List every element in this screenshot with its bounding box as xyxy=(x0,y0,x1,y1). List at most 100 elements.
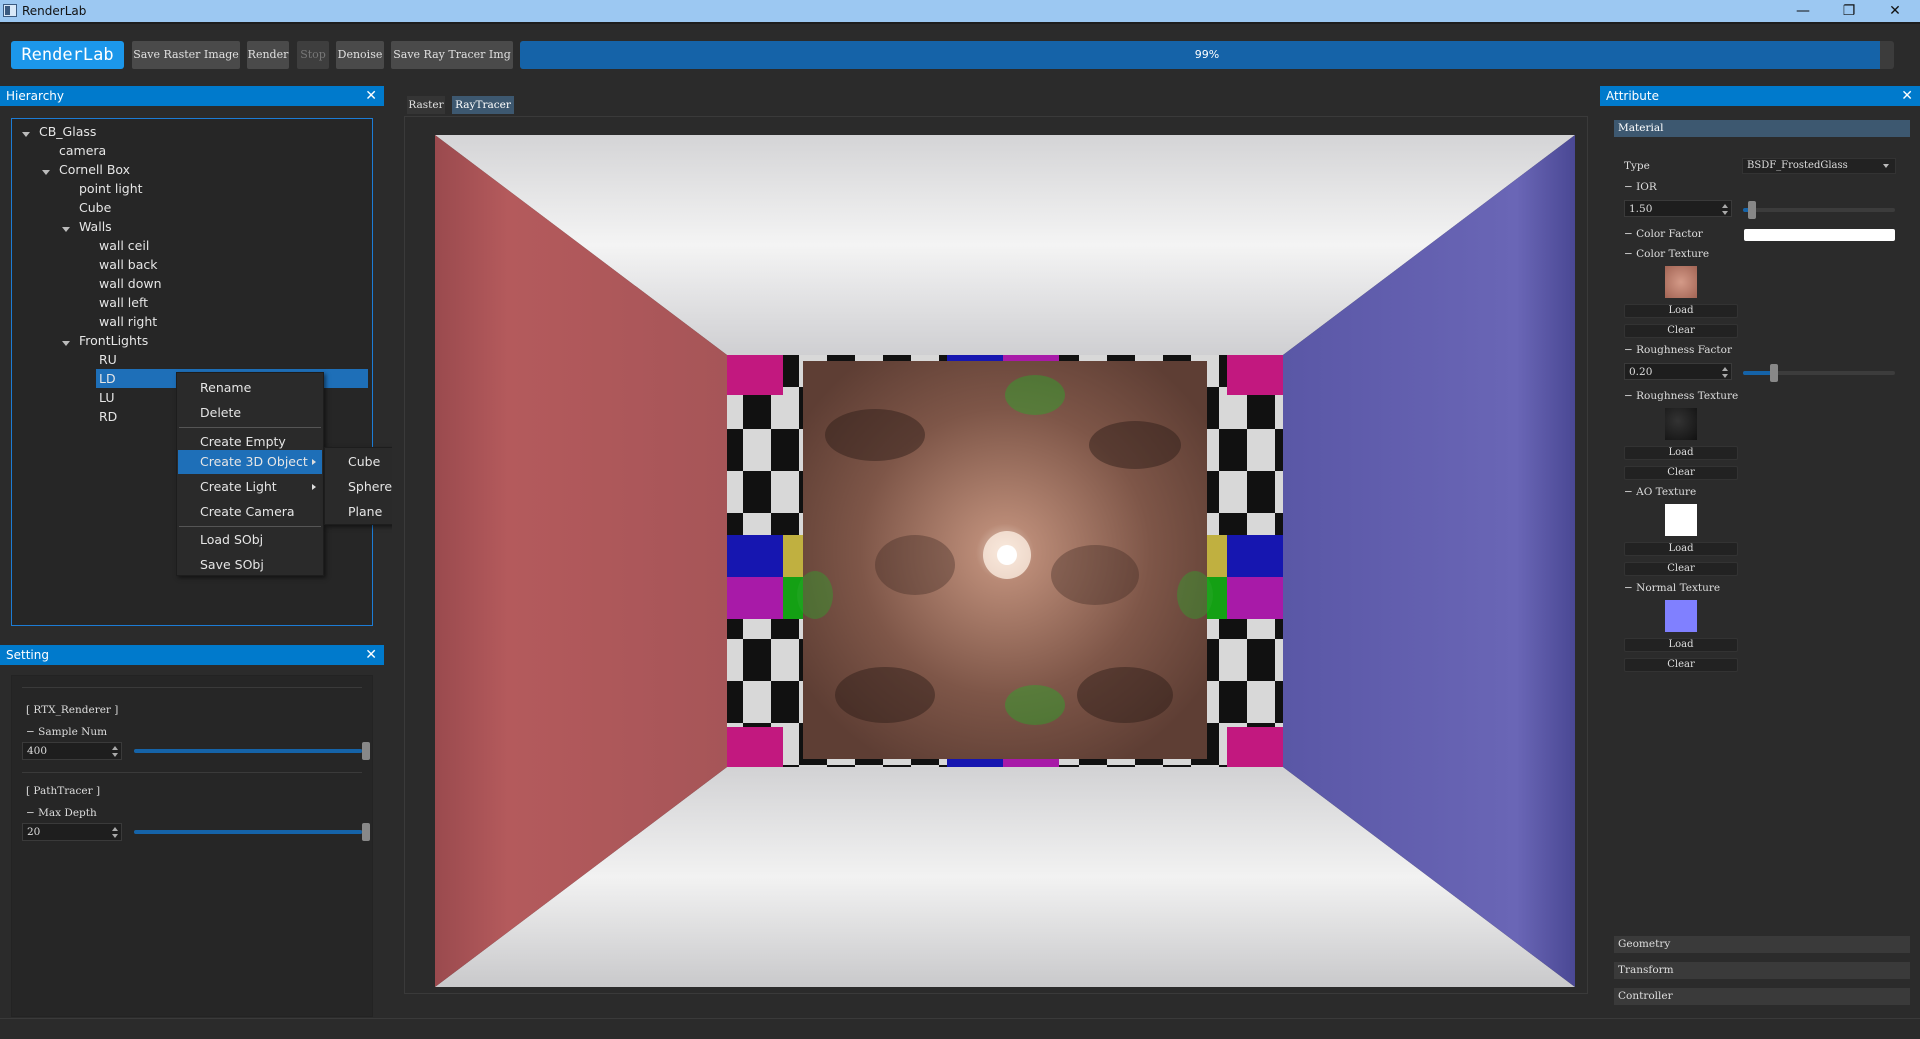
expand-arrow-icon[interactable] xyxy=(62,227,70,232)
transform-section-header[interactable]: Transform xyxy=(1614,962,1910,979)
tree-node-wall-back[interactable]: wall back xyxy=(99,255,158,274)
roughness-slider[interactable] xyxy=(1743,364,1895,382)
denoise-button[interactable]: Denoise xyxy=(336,41,384,69)
menu-item-rename[interactable]: Rename xyxy=(178,376,322,400)
color-texture-clear-button[interactable]: Clear xyxy=(1624,324,1738,338)
save-ray-tracer-img-button[interactable]: Save Ray Tracer Img xyxy=(391,41,513,69)
max-depth-value: 20 xyxy=(27,826,41,838)
tree-node-wall-down[interactable]: wall down xyxy=(99,274,162,293)
spin-up-icon[interactable] xyxy=(112,827,118,831)
tree-node-rd[interactable]: RD xyxy=(99,407,117,426)
normal-texture-label: − Normal Texture xyxy=(1624,582,1721,594)
tree-node-lu[interactable]: LU xyxy=(99,388,115,407)
type-value: BSDF_FrostedGlass xyxy=(1747,160,1848,171)
expand-arrow-icon[interactable] xyxy=(22,132,30,137)
spin-up-icon[interactable] xyxy=(1722,204,1728,208)
sample-num-spinbox[interactable]: 400 xyxy=(22,742,122,760)
slider-handle[interactable] xyxy=(1770,364,1778,382)
color-factor-swatch[interactable] xyxy=(1744,229,1895,241)
pathtracer-header: [ PathTracer ] xyxy=(26,785,101,797)
render-progress-bar: 99% xyxy=(520,41,1894,69)
material-section-header[interactable]: Material xyxy=(1614,120,1910,137)
expand-arrow-icon[interactable] xyxy=(42,170,50,175)
tree-node-wall-right[interactable]: wall right xyxy=(99,312,157,331)
hierarchy-panel-header: Hierarchy ✕ xyxy=(0,86,384,106)
save-raster-image-button[interactable]: Save Raster Image xyxy=(132,41,240,69)
color-texture-load-button[interactable]: Load xyxy=(1624,304,1738,318)
ao-texture-thumbnail xyxy=(1665,504,1697,536)
tree-node-ru[interactable]: RU xyxy=(99,350,117,369)
spin-down-icon[interactable] xyxy=(112,834,118,838)
ior-slider[interactable] xyxy=(1743,201,1895,219)
roughness-texture-label: − Roughness Texture xyxy=(1624,390,1739,402)
tree-node-wall-left[interactable]: wall left xyxy=(99,293,148,312)
color-texture-label: − Color Texture xyxy=(1624,248,1710,260)
slider-handle[interactable] xyxy=(362,742,370,760)
setting-content: [ RTX_Renderer ] − Sample Num 400 [ Path… xyxy=(11,675,373,1017)
slider-handle[interactable] xyxy=(1748,201,1756,219)
viewport-area: Raster RayTracer xyxy=(392,86,1600,1018)
controller-section-header[interactable]: Controller xyxy=(1614,988,1910,1005)
setting-close-icon[interactable]: ✕ xyxy=(365,645,377,665)
spin-up-icon[interactable] xyxy=(112,746,118,750)
roughness-texture-load-button[interactable]: Load xyxy=(1624,446,1738,460)
menu-item-save-sobj[interactable]: Save SObj xyxy=(178,553,322,577)
ao-texture-clear-button[interactable]: Clear xyxy=(1624,562,1738,576)
attribute-close-icon[interactable]: ✕ xyxy=(1901,86,1913,106)
max-depth-slider[interactable] xyxy=(134,823,370,841)
roughness-texture-thumbnail xyxy=(1665,408,1697,440)
tree-node-cornell-box[interactable]: Cornell Box xyxy=(59,160,130,179)
spin-down-icon[interactable] xyxy=(1722,211,1728,215)
chevron-down-icon xyxy=(1883,164,1889,168)
roughness-factor-label: − Roughness Factor xyxy=(1624,344,1732,356)
roughness-texture-clear-button[interactable]: Clear xyxy=(1624,466,1738,480)
menu-item-create-light[interactable]: Create Light xyxy=(178,475,322,499)
menu-item-create-camera[interactable]: Create Camera xyxy=(178,500,322,524)
slider-fill xyxy=(134,749,362,753)
expand-arrow-icon[interactable] xyxy=(62,341,70,346)
menu-item-create-3d-object[interactable]: Create 3D Object xyxy=(178,450,322,474)
spin-down-icon[interactable] xyxy=(1722,374,1728,378)
menu-item-label: Create Light xyxy=(200,479,277,494)
max-depth-label: − Max Depth xyxy=(26,807,97,819)
sample-num-slider[interactable] xyxy=(134,742,370,760)
minimize-button[interactable]: — xyxy=(1780,0,1826,22)
ior-spinbox[interactable]: 1.50 xyxy=(1624,200,1732,217)
tree-node-point-light[interactable]: point light xyxy=(79,179,143,198)
setting-panel: [ RTX_Renderer ] − Sample Num 400 [ Path… xyxy=(0,665,384,1017)
color-factor-label: − Color Factor xyxy=(1624,228,1703,240)
type-dropdown[interactable]: BSDF_FrostedGlass xyxy=(1742,158,1896,174)
maximize-button[interactable]: ❐ xyxy=(1826,0,1872,22)
tree-node-walls[interactable]: Walls xyxy=(79,217,112,236)
tree-node-wall-ceil[interactable]: wall ceil xyxy=(99,236,149,255)
tree-node-cube[interactable]: Cube xyxy=(79,198,111,217)
hierarchy-close-icon[interactable]: ✕ xyxy=(365,86,377,106)
close-window-button[interactable]: ✕ xyxy=(1872,0,1918,22)
spin-up-icon[interactable] xyxy=(1722,367,1728,371)
tree-node-cb-glass[interactable]: CB_Glass xyxy=(39,122,96,141)
stop-button[interactable]: Stop xyxy=(297,41,329,69)
toolbar: RenderLab Save Raster Image Render Stop … xyxy=(0,22,1920,70)
normal-texture-load-button[interactable]: Load xyxy=(1624,638,1738,652)
attribute-panel-header: Attribute ✕ xyxy=(1600,86,1920,106)
menu-item-delete[interactable]: Delete xyxy=(178,401,322,425)
slider-handle[interactable] xyxy=(362,823,370,841)
max-depth-spinbox[interactable]: 20 xyxy=(22,823,122,841)
tab-raytracer[interactable]: RayTracer xyxy=(452,96,514,114)
geometry-section-header[interactable]: Geometry xyxy=(1614,936,1910,953)
tree-node-camera[interactable]: camera xyxy=(59,141,106,160)
menu-separator xyxy=(179,427,321,428)
normal-texture-thumbnail xyxy=(1665,600,1697,632)
setting-title: Setting xyxy=(6,648,49,662)
window-title: RenderLab xyxy=(22,4,87,18)
menu-item-load-sobj[interactable]: Load SObj xyxy=(178,528,322,552)
tree-node-frontlights[interactable]: FrontLights xyxy=(79,331,148,350)
ray-traced-render[interactable] xyxy=(435,135,1575,987)
spin-down-icon[interactable] xyxy=(112,753,118,757)
ior-label: − IOR xyxy=(1624,181,1657,193)
ao-texture-load-button[interactable]: Load xyxy=(1624,542,1738,556)
normal-texture-clear-button[interactable]: Clear xyxy=(1624,658,1738,672)
roughness-spinbox[interactable]: 0.20 xyxy=(1624,363,1732,380)
render-button[interactable]: Render xyxy=(247,41,289,69)
tab-raster[interactable]: Raster xyxy=(407,96,445,114)
